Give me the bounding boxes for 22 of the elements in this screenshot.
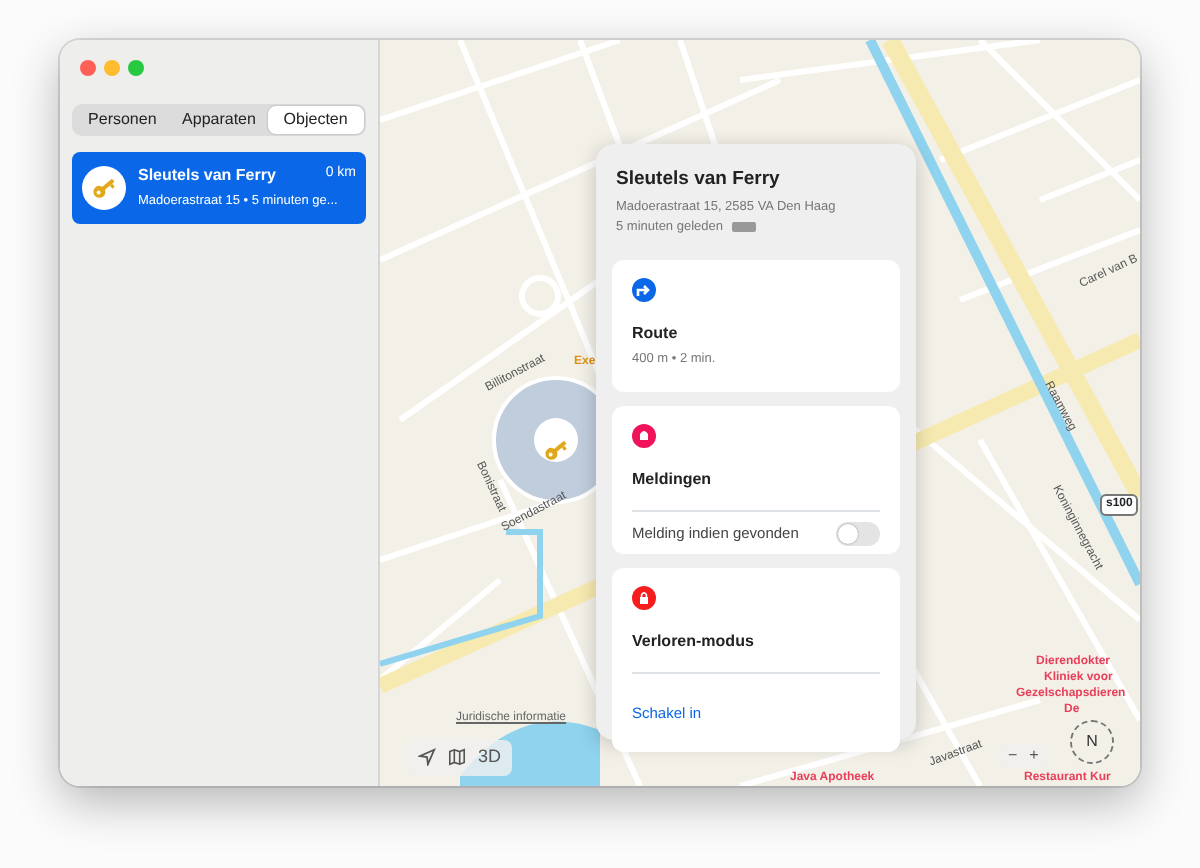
key-icon xyxy=(90,173,118,202)
tab[interactable]: Personen xyxy=(74,106,171,134)
tab[interactable]: Objecten xyxy=(267,106,364,134)
tab[interactable]: Apparaten xyxy=(170,106,268,134)
section-title: Meldingen xyxy=(632,467,714,491)
toggle-switch[interactable] xyxy=(836,521,880,545)
location-arrow-icon[interactable] xyxy=(418,748,436,767)
zoom-button[interactable] xyxy=(128,60,144,76)
compass-letter: N xyxy=(1086,730,1098,754)
map-icon[interactable] xyxy=(448,748,466,767)
battery-icon xyxy=(731,222,755,233)
compass[interactable]: N xyxy=(1070,720,1114,764)
close-button[interactable] xyxy=(80,60,96,76)
section-title: Route xyxy=(632,321,680,346)
lock-icon xyxy=(632,585,656,609)
item-name: Sleutels van Ferry xyxy=(138,164,276,188)
zoom-out-button[interactable]: − xyxy=(1008,744,1018,768)
3d-button[interactable]: 3D xyxy=(478,744,502,771)
minimize-button[interactable] xyxy=(104,60,120,76)
panel-title: Sleutels van Ferry xyxy=(616,166,782,194)
section-title: Verloren-modus xyxy=(632,629,756,653)
zoom-in-button[interactable]: + xyxy=(1029,744,1039,768)
